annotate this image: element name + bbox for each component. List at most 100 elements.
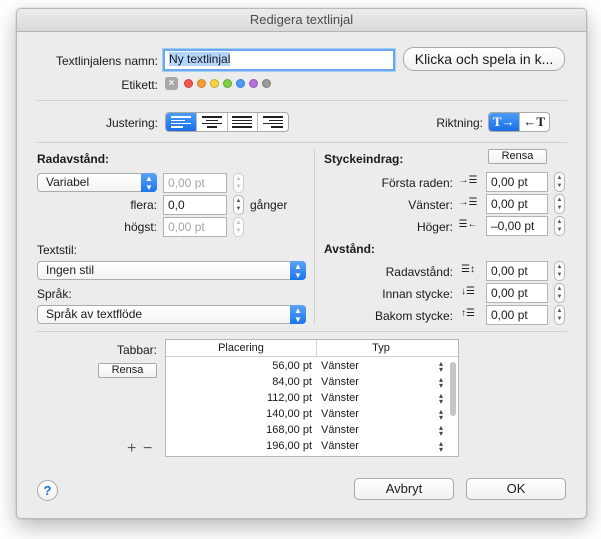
spacing-before-label: Innan stycke: <box>382 287 453 301</box>
first-line-label: Första raden: <box>381 176 453 190</box>
tabs-table-header: Placering Typ <box>166 340 458 357</box>
column-header-position[interactable]: Placering <box>166 340 317 356</box>
multiple-stepper[interactable]: ▲ ▼ <box>233 195 244 215</box>
space-after-icon: ↑☰ <box>461 308 475 319</box>
chevron-updown-icon: ▲ ▼ <box>141 173 157 192</box>
right-indent-icon: ☰← <box>458 219 478 230</box>
max-label: högst: <box>124 220 157 234</box>
dialog-window: Redigera textlinjal Textlinjalens namn: … <box>16 8 587 519</box>
table-row[interactable]: 168,00 pt Vänster ▴ ▾ <box>166 422 458 438</box>
align-right-button[interactable] <box>258 113 288 131</box>
spacing-heading: Avstånd: <box>324 242 375 256</box>
table-row[interactable]: 196,00 pt Vänster ▴ ▾ <box>166 438 458 454</box>
chevron-updown-icon[interactable]: ▴ ▾ <box>437 408 445 422</box>
spacing-before-field[interactable]: 0,00 pt <box>486 283 548 303</box>
line-spacing-value-field[interactable]: 0,00 pt <box>163 173 227 193</box>
multiple-label: flera: <box>130 198 157 212</box>
chevron-updown-icon[interactable]: ▴ ▾ <box>437 376 445 390</box>
tab-type-cell: Vänster <box>321 424 359 436</box>
column-divider <box>314 149 315 324</box>
direction-segmented-control: T→ ←T <box>488 112 550 132</box>
line-spacing-stepper[interactable]: ▲ ▼ <box>233 173 244 193</box>
text-style-value: Ingen stil <box>46 263 95 277</box>
tag-color-dot[interactable] <box>197 79 206 88</box>
tag-color-picker: × <box>165 77 271 90</box>
chevron-updown-icon[interactable]: ▴ ▾ <box>437 360 445 374</box>
tag-color-dot[interactable] <box>249 79 258 88</box>
chevron-updown-icon: ▲ ▼ <box>290 305 306 324</box>
spacing-after-label: Bakom stycke: <box>374 309 453 323</box>
table-row[interactable]: 112,00 pt Vänster ▴ ▾ <box>166 390 458 406</box>
name-input[interactable]: Ny textlinjal <box>163 49 395 71</box>
add-tab-button[interactable]: + <box>127 440 136 458</box>
spacing-after-field[interactable]: 0,00 pt <box>486 305 548 325</box>
right-indent-stepper[interactable]: ▲ ▼ <box>554 216 565 236</box>
help-button[interactable]: ? <box>37 480 58 501</box>
table-row[interactable]: 56,00 pt Vänster ▴ ▾ <box>166 358 458 374</box>
divider <box>37 100 567 101</box>
chevron-updown-icon[interactable]: ▴ ▾ <box>437 392 445 406</box>
tab-position-cell: 224,00 pt <box>166 454 312 456</box>
tag-color-dot[interactable] <box>262 79 271 88</box>
table-row[interactable]: 84,00 pt Vänster ▴ ▾ <box>166 374 458 390</box>
right-indent-field[interactable]: –0,00 pt <box>486 216 548 236</box>
spacing-line-stepper[interactable]: ▲ ▼ <box>554 261 565 281</box>
first-line-indent-icon: →☰ <box>458 175 478 186</box>
align-left-button[interactable] <box>166 113 197 131</box>
table-row[interactable]: 140,00 pt Vänster ▴ ▾ <box>166 406 458 422</box>
language-popup[interactable]: Språk av textflöde ▲ ▼ <box>37 305 306 324</box>
multiple-unit-label: gånger <box>250 198 288 212</box>
spacing-after-stepper[interactable]: ▲ ▼ <box>554 305 565 325</box>
direction-rtl-button[interactable]: ←T <box>520 113 550 131</box>
chevron-updown-icon[interactable]: ▴ ▾ <box>437 424 445 438</box>
indents-clear-button[interactable]: Rensa <box>488 149 547 164</box>
line-spacing-icon: ☰↕ <box>461 264 475 275</box>
no-tag-icon[interactable]: × <box>165 77 178 90</box>
line-spacing-mode-popup[interactable]: Variabel ▲ ▼ <box>37 173 157 192</box>
space-before-icon: ↓☰ <box>461 286 475 297</box>
tab-position-cell: 112,00 pt <box>266 392 312 404</box>
align-right-icon <box>263 116 284 128</box>
tab-position-cell: 140,00 pt <box>266 408 312 420</box>
language-value: Språk av textflöde <box>46 307 143 321</box>
direction-ltr-button[interactable]: T→ <box>489 113 520 131</box>
tab-type-cell: Vänster <box>321 360 359 372</box>
first-line-field[interactable]: 0,00 pt <box>486 172 548 192</box>
first-line-stepper[interactable]: ▲ ▼ <box>554 172 565 192</box>
text-style-popup[interactable]: Ingen stil ▲ ▼ <box>37 261 306 280</box>
table-row[interactable]: 224,00 ptVänster▴▾ <box>166 454 458 457</box>
spacing-before-stepper[interactable]: ▲ ▼ <box>554 283 565 303</box>
left-indent-stepper[interactable]: ▲ ▼ <box>554 194 565 214</box>
align-justify-button[interactable] <box>228 113 259 131</box>
remove-tab-button[interactable]: − <box>143 440 152 458</box>
align-left-icon <box>170 116 191 128</box>
chevron-updown-icon[interactable]: ▴ ▾ <box>437 440 445 454</box>
max-value-field[interactable]: 0,00 pt <box>163 217 227 237</box>
align-justify-icon <box>232 116 253 128</box>
name-label: Textlinjalens namn: <box>55 54 158 68</box>
multiple-value-field[interactable]: 0,0 <box>163 195 227 215</box>
language-label: Språk: <box>37 287 72 301</box>
spacing-line-field[interactable]: 0,00 pt <box>486 261 548 281</box>
chevron-updown-icon: ▲ ▼ <box>290 261 306 280</box>
max-stepper[interactable]: ▲ ▼ <box>233 217 244 237</box>
direction-label: Riktning: <box>436 116 483 130</box>
tag-color-dot[interactable] <box>210 79 219 88</box>
tab-type-cell: Vänster <box>321 454 359 456</box>
tabs-clear-button[interactable]: Rensa <box>98 363 157 378</box>
align-center-button[interactable] <box>197 113 228 131</box>
tab-position-cell: 84,00 pt <box>272 376 312 388</box>
tabs-scrollbar[interactable] <box>450 362 456 416</box>
tab-type-cell: Vänster <box>321 392 359 404</box>
record-shortcut-button[interactable]: Klicka och spela in k... <box>403 47 565 71</box>
tag-color-dot[interactable] <box>184 79 193 88</box>
tag-color-dot[interactable] <box>223 79 232 88</box>
indents-heading: Styckeindrag: <box>324 152 404 166</box>
left-indent-field[interactable]: 0,00 pt <box>486 194 548 214</box>
tag-color-dot[interactable] <box>236 79 245 88</box>
ok-button[interactable]: OK <box>466 478 566 500</box>
line-spacing-mode-value: Variabel <box>46 175 90 189</box>
tabs-label: Tabbar: <box>116 343 157 357</box>
cancel-button[interactable]: Avbryt <box>354 478 454 500</box>
column-header-type[interactable]: Typ <box>316 340 446 356</box>
